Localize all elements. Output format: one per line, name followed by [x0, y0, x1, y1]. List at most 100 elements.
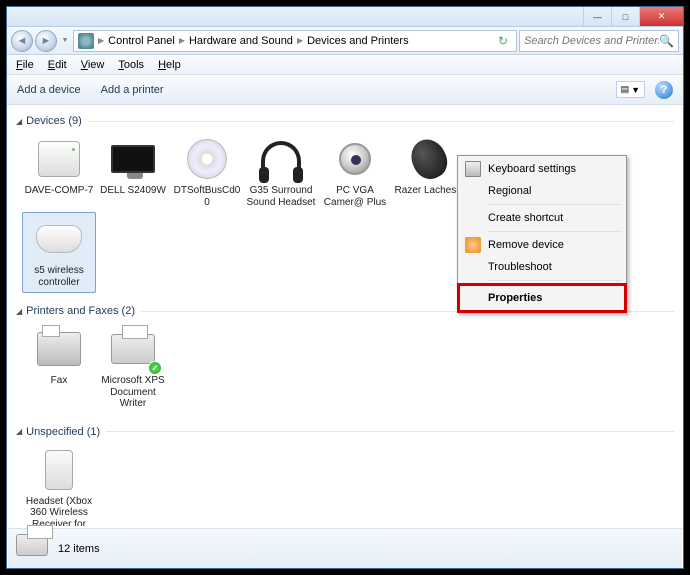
- group-label: Devices: [26, 115, 65, 127]
- search-box[interactable]: 🔍: [519, 30, 679, 52]
- ctx-properties[interactable]: Properties: [460, 286, 624, 310]
- ctx-regional[interactable]: Regional: [460, 180, 624, 202]
- menu-file[interactable]: File: [9, 57, 41, 73]
- view-icon: ▤: [621, 84, 630, 95]
- mouse-icon: [405, 134, 453, 185]
- highlight-box: Properties: [457, 283, 627, 313]
- search-icon[interactable]: 🔍: [659, 34, 674, 48]
- monitor-icon: [111, 145, 155, 173]
- ctx-create-shortcut[interactable]: Create shortcut: [460, 207, 624, 229]
- ctx-keyboard-settings[interactable]: Keyboard settings: [460, 158, 624, 180]
- add-printer-button[interactable]: Add a printer: [101, 84, 164, 96]
- receiver-icon: [45, 450, 73, 490]
- group-header-unspecified[interactable]: ◢ Unspecified (1): [16, 422, 674, 440]
- group-label: Unspecified: [26, 426, 83, 438]
- remove-icon: [465, 237, 481, 253]
- disc-drive-icon: [187, 139, 227, 179]
- menu-edit[interactable]: Edit: [41, 57, 74, 73]
- device-label: Razer Lachesis: [394, 185, 464, 197]
- breadcrumb[interactable]: ▶ Control Panel ▶ Hardware and Sound ▶ D…: [73, 30, 517, 52]
- breadcrumb-control-panel[interactable]: Control Panel: [108, 35, 175, 47]
- menu-tools[interactable]: Tools: [111, 57, 151, 73]
- chevron-right-icon: ▶: [179, 36, 185, 45]
- printer-icon: [111, 334, 155, 364]
- minimize-button[interactable]: —: [583, 7, 611, 26]
- help-button[interactable]: ?: [655, 81, 673, 99]
- toolbar: Add a device Add a printer ▤ ▼ ?: [7, 75, 683, 105]
- ctx-label: Keyboard settings: [488, 163, 576, 175]
- device-item[interactable]: Headset (Xbox 360 Wireless Receiver for …: [22, 444, 96, 527]
- ctx-remove-device[interactable]: Remove device: [460, 234, 624, 256]
- ctx-label: Troubleshoot: [488, 261, 552, 273]
- chevron-down-icon: ▼: [631, 85, 640, 95]
- forward-button[interactable]: ►: [35, 30, 57, 52]
- close-button[interactable]: ✕: [639, 7, 683, 26]
- device-label: PC VGA Camer@ Plus: [320, 185, 390, 208]
- printers-grid: Fax ✓ Microsoft XPS Document Writer: [16, 319, 674, 422]
- device-item[interactable]: Razer Lachesis: [392, 133, 466, 212]
- ctx-label: Regional: [488, 185, 531, 197]
- add-device-button[interactable]: Add a device: [17, 84, 81, 96]
- menu-help[interactable]: Help: [151, 57, 188, 73]
- titlebar: — □ ✕: [7, 7, 683, 27]
- divider: [488, 204, 622, 205]
- nav-history-dropdown[interactable]: ▼: [59, 30, 71, 52]
- divider: [488, 231, 622, 232]
- webcam-icon: [339, 143, 371, 175]
- view-options-dropdown[interactable]: ▤ ▼: [616, 81, 645, 98]
- menubar: File Edit View Tools Help: [7, 55, 683, 75]
- device-label: s5 wireless controller: [25, 265, 93, 288]
- ctx-troubleshoot[interactable]: Troubleshoot: [460, 256, 624, 278]
- group-count: (9): [68, 115, 81, 127]
- maximize-button[interactable]: □: [611, 7, 639, 26]
- breadcrumb-devices-printers[interactable]: Devices and Printers: [307, 35, 409, 47]
- computer-icon: [38, 141, 80, 177]
- status-icon: [16, 534, 48, 564]
- group-header-devices[interactable]: ◢ Devices (9): [16, 111, 674, 129]
- divider: [88, 121, 674, 122]
- keyboard-icon: [465, 161, 481, 177]
- default-badge-icon: ✓: [148, 361, 162, 375]
- device-item[interactable]: PC VGA Camer@ Plus: [318, 133, 392, 212]
- context-menu: Keyboard settings Regional Create shortc…: [457, 155, 627, 313]
- collapse-icon: ◢: [16, 427, 22, 436]
- device-item[interactable]: DTSoftBusCd00: [170, 133, 244, 212]
- menu-view[interactable]: View: [74, 57, 112, 73]
- chevron-right-icon: ▶: [297, 36, 303, 45]
- statusbar: 12 items: [8, 528, 682, 568]
- device-label: DAVE-COMP-7: [24, 185, 94, 197]
- unspecified-grid: Headset (Xbox 360 Wireless Receiver for …: [16, 440, 674, 527]
- device-label: DELL S2409W: [98, 185, 168, 197]
- device-item[interactable]: G35 Surround Sound Headset: [244, 133, 318, 212]
- fax-icon: [37, 332, 81, 366]
- refresh-icon[interactable]: ↻: [494, 34, 512, 48]
- ctx-label: Properties: [488, 292, 542, 304]
- gamepad-icon: [36, 225, 82, 253]
- back-button[interactable]: ◄: [11, 30, 33, 52]
- device-label: Headset (Xbox 360 Wireless Receiver for …: [24, 496, 94, 527]
- group-count: (2): [122, 305, 135, 317]
- location-icon: [78, 33, 94, 49]
- search-input[interactable]: [524, 35, 659, 47]
- ctx-label: Remove device: [488, 239, 564, 251]
- ctx-label: Create shortcut: [488, 212, 563, 224]
- device-item[interactable]: DELL S2409W: [96, 133, 170, 212]
- group-label: Printers and Faxes: [26, 305, 118, 317]
- collapse-icon: ◢: [16, 117, 22, 126]
- devices-icon: [16, 534, 48, 556]
- chevron-right-icon: ▶: [98, 36, 104, 45]
- device-label: DTSoftBusCd00: [172, 185, 242, 208]
- address-bar-row: ◄ ► ▼ ▶ Control Panel ▶ Hardware and Sou…: [7, 27, 683, 55]
- device-label: Fax: [24, 375, 94, 387]
- device-item[interactable]: DAVE-COMP-7: [22, 133, 96, 212]
- divider: [106, 431, 674, 432]
- device-item-selected[interactable]: s5 wireless controller: [22, 212, 96, 293]
- device-item[interactable]: Fax: [22, 323, 96, 414]
- device-label: Microsoft XPS Document Writer: [98, 375, 168, 410]
- status-count: 12 items: [58, 543, 100, 555]
- divider: [488, 280, 622, 281]
- explorer-window: — □ ✕ ◄ ► ▼ ▶ Control Panel ▶ Hardware a…: [6, 6, 684, 569]
- device-item[interactable]: ✓ Microsoft XPS Document Writer: [96, 323, 170, 414]
- collapse-icon: ◢: [16, 307, 22, 316]
- breadcrumb-hardware-sound[interactable]: Hardware and Sound: [189, 35, 293, 47]
